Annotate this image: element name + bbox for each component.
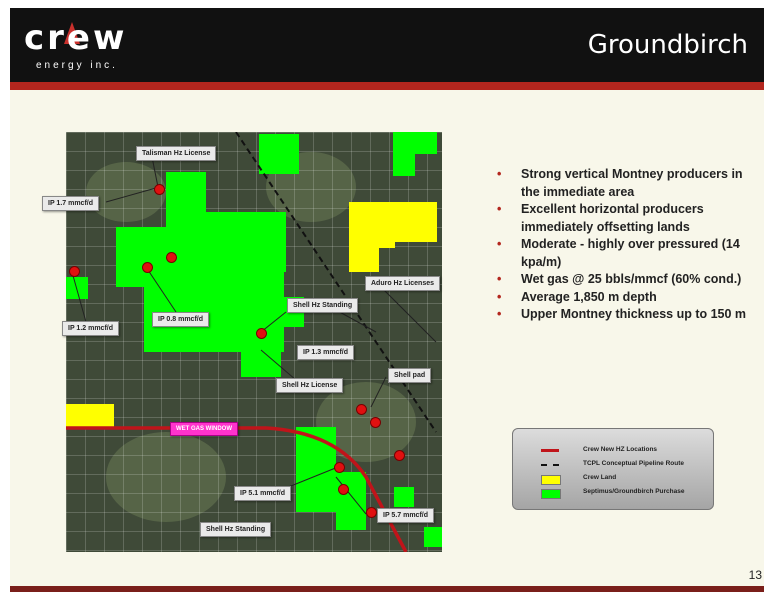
slide-header: crew energy inc. Groundbirch [10, 8, 764, 82]
legend-label: Crew Land [583, 474, 617, 481]
header-divider [10, 82, 764, 90]
label-talisman-hz-license: Talisman Hz License [136, 146, 217, 161]
label-shell-hz-standing-top: Shell Hz Standing [287, 298, 359, 313]
legend-row: Crew New HZ Locations [541, 445, 709, 455]
legend-label: Crew New HZ Locations [583, 446, 658, 453]
well-marker [142, 262, 153, 273]
bullet-item: Excellent horizontal producers immediate… [497, 201, 749, 236]
well-marker [256, 328, 267, 339]
bullet-item: Average 1,850 m depth [497, 289, 749, 307]
logo-subtitle: energy inc. [36, 60, 118, 71]
label-ip-1-2: IP 1.2 mmcf/d [62, 321, 120, 336]
well-marker [338, 484, 349, 495]
well-marker [154, 184, 165, 195]
label-ip-5-7: IP 5.7 mmcf/d [377, 508, 435, 523]
crew-logo: crew energy inc. [24, 18, 134, 76]
well-marker [394, 450, 405, 461]
legend-row: TCPL Conceptual Pipeline Route [541, 459, 709, 469]
well-marker [334, 462, 345, 473]
well-marker [370, 417, 381, 428]
bullet-item: Strong vertical Montney producers in the… [497, 166, 749, 201]
bullet-item: Upper Montney thickness up to 150 m [497, 306, 749, 324]
legend-row: Crew Land [541, 473, 709, 485]
well-marker [356, 404, 367, 415]
label-ip-1-3: IP 1.3 mmcf/d [297, 345, 355, 360]
bullet-item: Moderate - highly over pressured (14 kpa… [497, 236, 749, 271]
red-line-swatch [541, 449, 559, 452]
legend-label: TCPL Conceptual Pipeline Route [583, 460, 685, 467]
page-number: 13 [748, 568, 762, 582]
label-wet-gas-window: WET GAS WINDOW [170, 422, 238, 436]
map-legend: Crew New HZ Locations TCPL Conceptual Pi… [512, 428, 714, 510]
yellow-swatch [541, 475, 561, 485]
label-aduro-hz-licenses: Aduro Hz Licenses [365, 276, 441, 291]
well-marker [166, 252, 177, 263]
bullet-item: Wet gas @ 25 bbls/mmcf (60% cond.) [497, 271, 749, 289]
legend-label: Septimus/Groundbirch Purchase [583, 488, 685, 495]
logo-wordmark: crew [24, 18, 128, 58]
slide-title: Groundbirch [587, 30, 748, 60]
label-shell-hz-standing-bottom: Shell Hz Standing [200, 522, 272, 537]
footer-divider [10, 586, 764, 592]
well-marker [69, 266, 80, 277]
key-points-list: Strong vertical Montney producers in the… [497, 166, 749, 324]
label-ip-5-1: IP 5.1 mmcf/d [234, 486, 292, 501]
label-shell-pad: Shell pad [388, 368, 432, 383]
label-ip-1-7: IP 1.7 mmcf/d [42, 196, 100, 211]
dashed-line-swatch [541, 464, 559, 466]
well-marker [366, 507, 377, 518]
legend-row: Septimus/Groundbirch Purchase [541, 487, 709, 499]
green-swatch [541, 489, 561, 499]
label-shell-hz-license: Shell Hz License [276, 378, 344, 393]
label-ip-0-8: IP 0.8 mmcf/d [152, 312, 210, 327]
